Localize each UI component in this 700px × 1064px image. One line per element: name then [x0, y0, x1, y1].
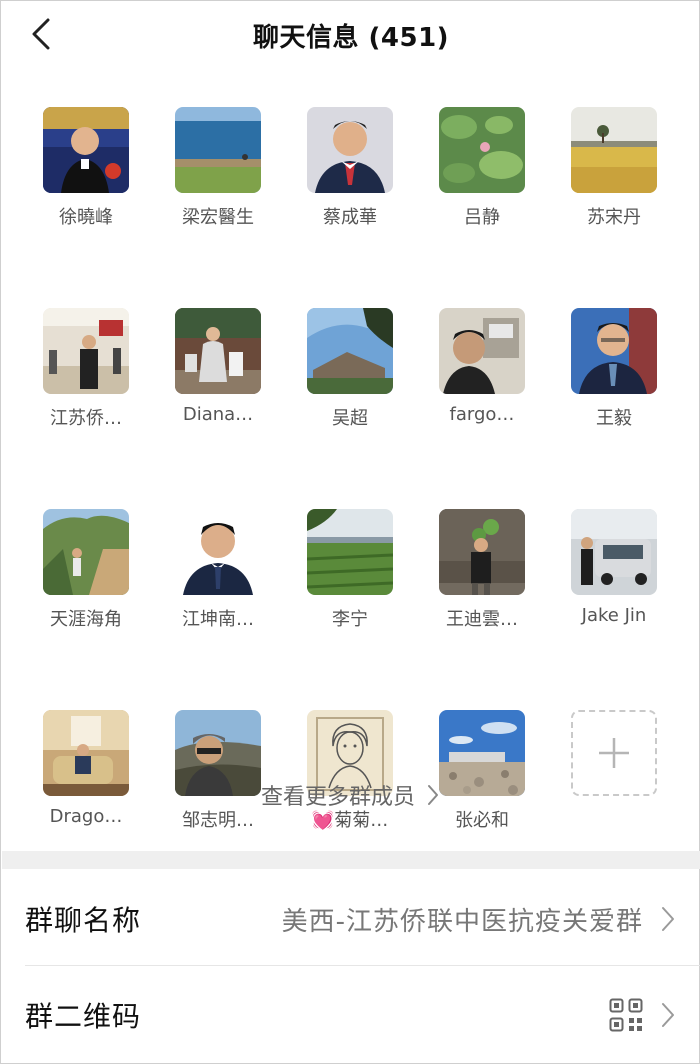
member-name: 吕静: [464, 207, 500, 228]
member-grid: 徐曉峰 梁宏醫生 蔡成華 吕静 苏宋丹 江苏侨… Diana… 吴超 fargo…: [43, 107, 663, 832]
nav-header: 聊天信息 (451): [1, 1, 700, 67]
member-avatar: [439, 107, 525, 193]
row-divider: [25, 965, 700, 966]
member-name: Diana…: [182, 404, 254, 425]
member-name: 徐曉峰: [59, 207, 113, 228]
member-name: 李宁: [332, 609, 368, 630]
chevron-right-icon: [428, 785, 438, 805]
member-avatar: [43, 107, 129, 193]
member-avatar: [175, 107, 261, 193]
qr-code-icon: [609, 998, 643, 1032]
member-tile[interactable]: 吴超: [307, 308, 393, 430]
member-avatar: [175, 308, 261, 394]
member-name: 蔡成華: [323, 207, 377, 228]
group-qr-row[interactable]: 群二维码: [25, 967, 677, 1063]
screen-frame: 聊天信息 (451) 徐曉峰 梁宏醫生 蔡成華 吕静 苏宋丹 江苏侨… Dian…: [0, 0, 700, 1064]
group-name-value: 美西-江苏侨联中医抗疫关爱群: [281, 906, 643, 937]
member-tile[interactable]: Jake Jin: [571, 509, 657, 631]
member-avatar: [439, 308, 525, 394]
member-name: 吴超: [332, 408, 368, 429]
member-tile[interactable]: 江苏侨…: [43, 308, 129, 430]
member-name: 王迪雲…: [446, 609, 518, 630]
member-tile[interactable]: 王毅: [571, 308, 657, 430]
page-title: 聊天信息 (451): [252, 23, 450, 53]
member-tile[interactable]: 天涯海角: [43, 509, 129, 631]
member-tile[interactable]: 梁宏醫生: [175, 107, 261, 229]
group-qr-label: 群二维码: [25, 1000, 142, 1033]
group-name-label: 群聊名称: [25, 904, 142, 937]
member-name: 江坤南…: [182, 609, 254, 630]
member-tile[interactable]: 江坤南…: [175, 509, 261, 631]
member-tile[interactable]: Diana…: [175, 308, 261, 430]
member-avatar: [571, 107, 657, 193]
member-avatar: [43, 509, 129, 595]
member-tile[interactable]: 李宁: [307, 509, 393, 631]
member-tile[interactable]: 徐曉峰: [43, 107, 129, 229]
member-name: 王毅: [596, 408, 632, 429]
member-avatar: [307, 107, 393, 193]
section-separator: [2, 851, 700, 869]
member-name: fargo…: [449, 404, 515, 425]
member-avatar: [571, 509, 657, 595]
member-name: Jake Jin: [581, 605, 647, 626]
chevron-right-icon: [661, 905, 677, 933]
member-avatar: [175, 509, 261, 595]
member-name: 江苏侨…: [50, 408, 122, 429]
member-tile[interactable]: 吕静: [439, 107, 525, 229]
member-tile[interactable]: 苏宋丹: [571, 107, 657, 229]
member-avatar: [571, 308, 657, 394]
member-tile[interactable]: 蔡成華: [307, 107, 393, 229]
view-more-members-link[interactable]: 查看更多群成员: [1, 775, 699, 815]
member-name: 天涯海角: [50, 609, 122, 630]
member-avatar: [307, 509, 393, 595]
member-tile[interactable]: fargo…: [439, 308, 525, 430]
chevron-right-icon: [661, 1001, 677, 1029]
member-name: 梁宏醫生: [182, 207, 254, 228]
member-name: 苏宋丹: [587, 207, 641, 228]
member-tile[interactable]: 王迪雲…: [439, 509, 525, 631]
view-more-members-label: 查看更多群成员: [260, 785, 415, 810]
member-avatar: [43, 308, 129, 394]
member-avatar: [439, 509, 525, 595]
group-name-row[interactable]: 群聊名称 美西-江苏侨联中医抗疫关爱群: [25, 871, 677, 967]
member-avatar: [307, 308, 393, 394]
plus-icon: [599, 738, 629, 768]
